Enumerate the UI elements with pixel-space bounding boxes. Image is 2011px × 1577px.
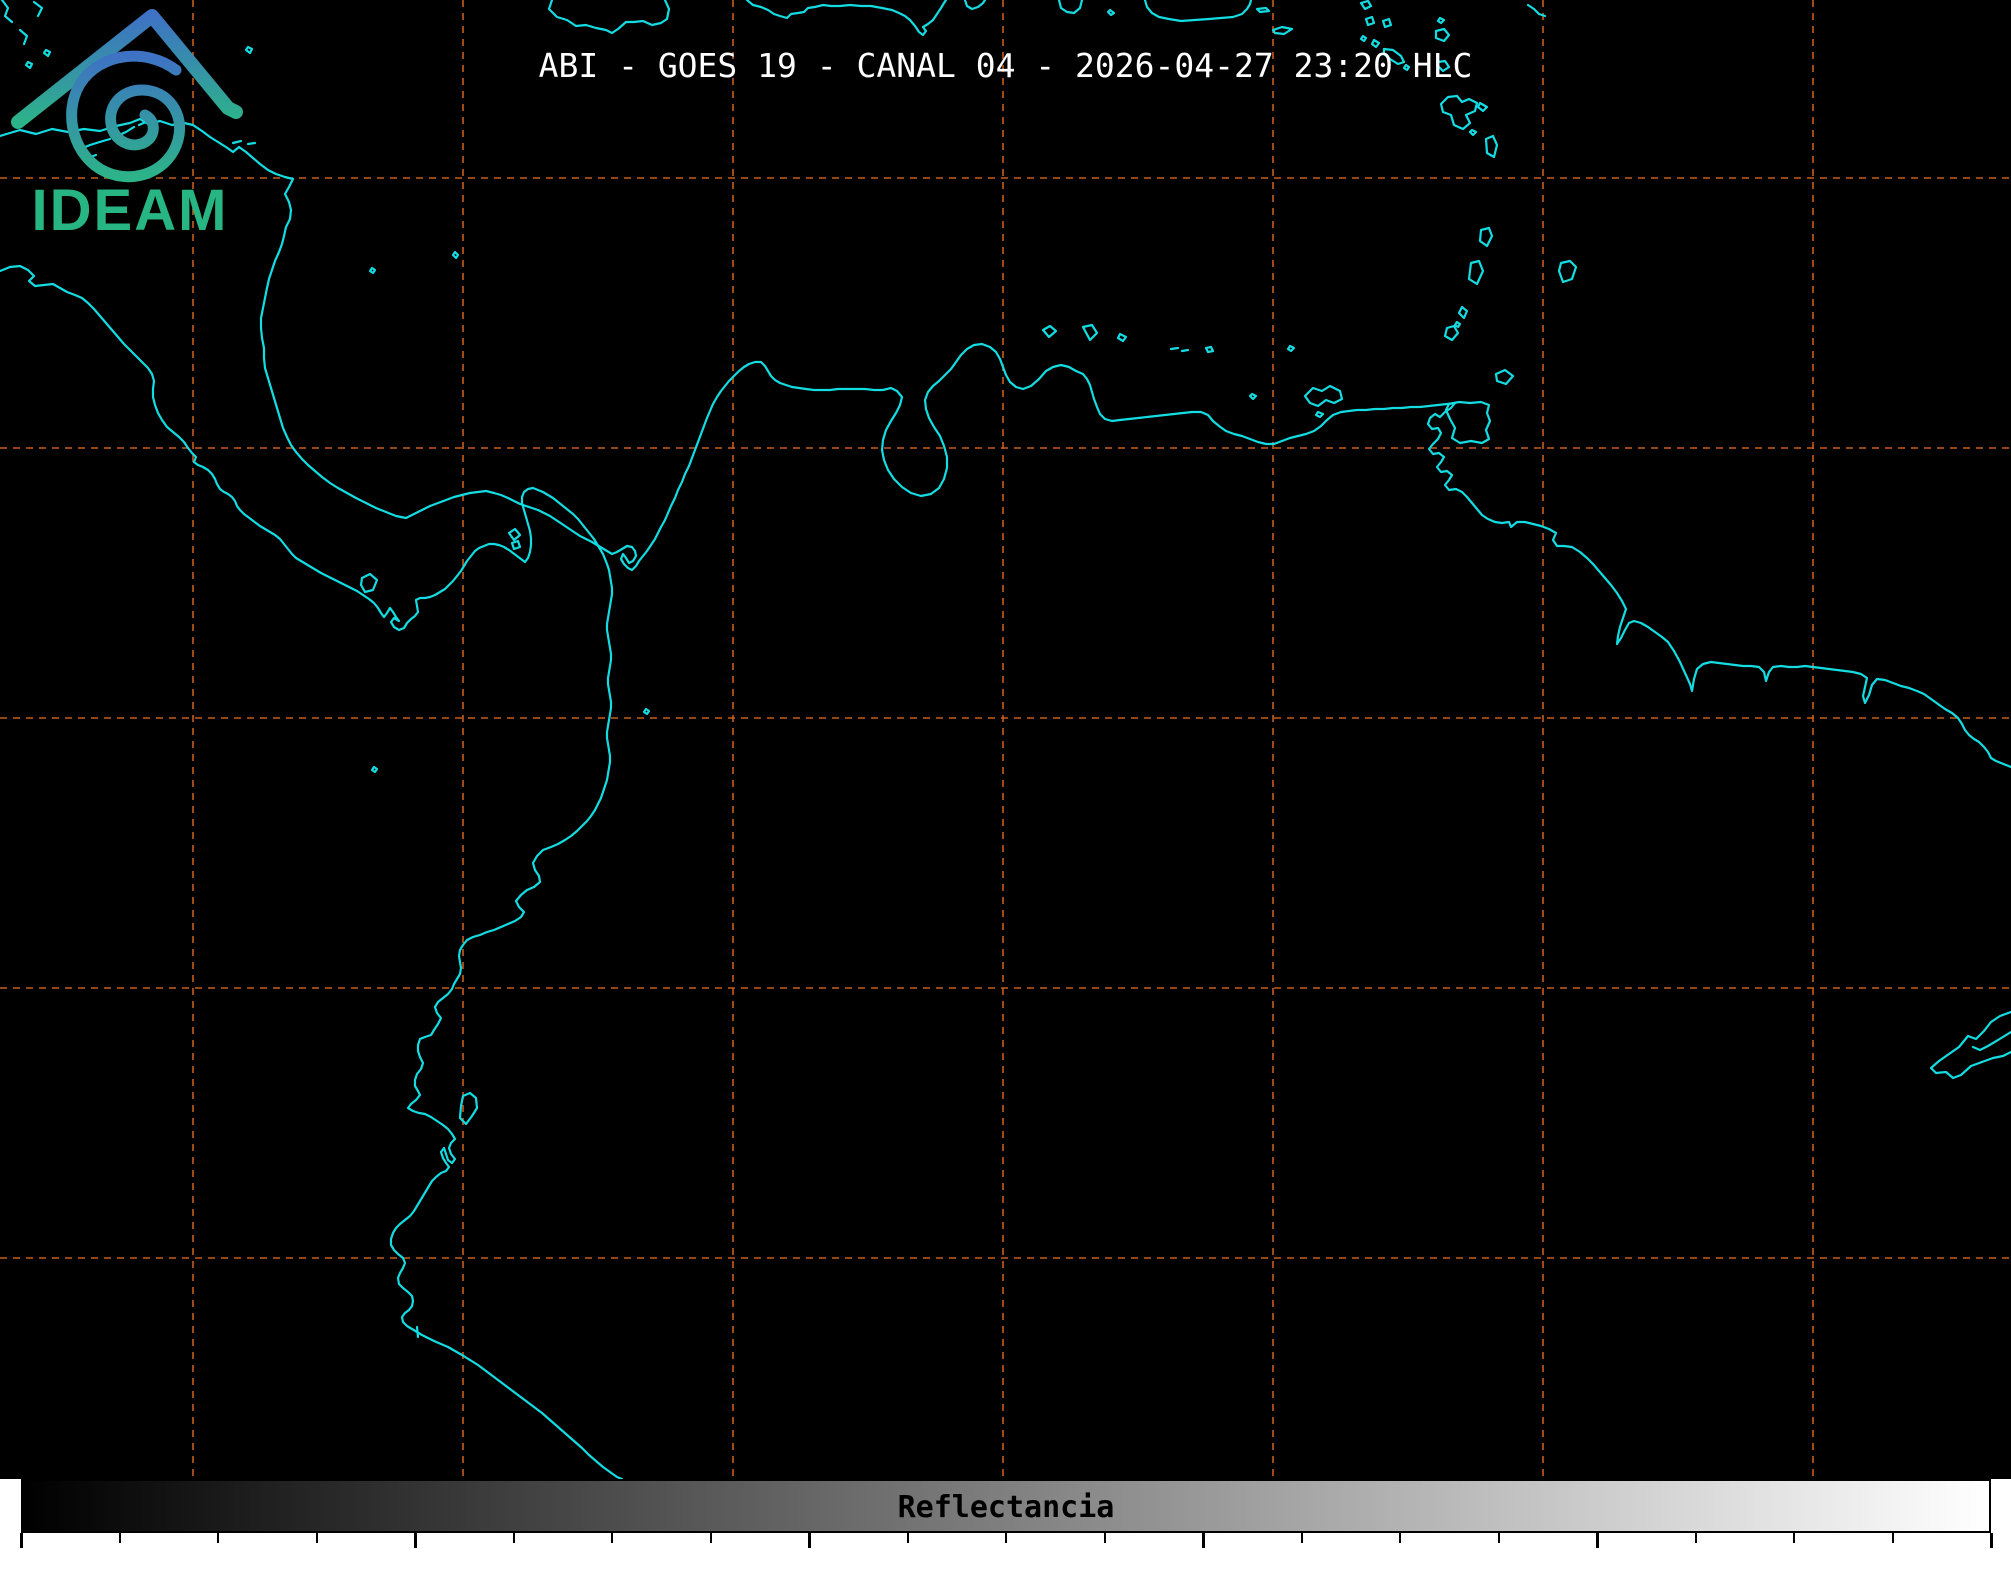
hurricane-spiral-icon	[72, 56, 180, 177]
isla-margarita-coastline	[1305, 386, 1342, 406]
st-vincent-coastline	[1459, 307, 1467, 318]
coche-dot-coastline	[1316, 412, 1323, 417]
map-canvas	[0, 0, 2011, 1479]
barbuda-dot-coastline	[1438, 18, 1444, 23]
map-area: ABI - GOES 19 - CANAL 04 - 2026-04-27 23…	[0, 0, 2011, 1479]
aruba-coastline	[1043, 326, 1056, 337]
amazon-river-banks-coastline	[1931, 1012, 2011, 1078]
colorbar-minor-tick	[119, 1533, 121, 1543]
st-barth-blob-coastline	[1383, 19, 1391, 27]
ideam-logo: IDEAM	[0, 0, 260, 238]
guadeloupe-coastline	[1441, 96, 1477, 129]
colorbar-minor-tick	[1498, 1533, 1500, 1543]
hispaniola-south-coast-coastline	[747, 0, 946, 35]
colorbar-minor-tick	[907, 1533, 909, 1543]
mountain-roof-icon	[18, 16, 236, 122]
barbados-coastline	[1559, 261, 1576, 282]
mona-dot-coastline	[1108, 10, 1114, 15]
colorbar-minor-tick	[611, 1533, 613, 1543]
grenadines-dot-coastline	[1455, 322, 1460, 327]
colorbar-minor-tick	[710, 1533, 712, 1543]
bonaire-coastline	[1118, 334, 1126, 341]
antigua-coastline	[1436, 29, 1449, 41]
dominica-coastline	[1486, 136, 1497, 157]
colorbar-major-tick	[1596, 1533, 1599, 1548]
tobago-coastline	[1496, 370, 1513, 384]
saba-dot-coastline	[1361, 36, 1366, 41]
peru-offshore-dash-coastline	[417, 1327, 418, 1337]
martinique-coastline	[1480, 228, 1492, 246]
colorbar-major-tick	[414, 1533, 417, 1548]
colorbar-major-tick	[20, 1533, 23, 1548]
colorbar-minor-tick	[1301, 1533, 1303, 1543]
colorbar-minor-tick	[1399, 1533, 1401, 1543]
ideam-logo-text: IDEAM	[32, 178, 229, 238]
satellite-image-viewer: ABI - GOES 19 - CANAL 04 - 2026-04-27 23…	[0, 0, 2011, 1577]
las-aves-dash-2-coastline	[1182, 350, 1188, 351]
colorbar-minor-tick	[1892, 1533, 1894, 1543]
desirade-dash-coastline	[1478, 103, 1487, 111]
colorbar-minor-tick	[513, 1533, 515, 1543]
colorbar-minor-tick	[1104, 1533, 1106, 1543]
caribbean-atlantic-coast-coastline	[0, 119, 2011, 767]
colorbar-label: Reflectancia	[23, 1490, 1989, 1525]
jamaica-coastline	[549, 0, 669, 33]
providencia-dot-coastline	[370, 268, 375, 273]
san-andres-dot-coastline	[453, 252, 458, 258]
st-croix-coastline	[1273, 27, 1292, 34]
pearl-island-2-coastline	[512, 541, 520, 549]
colorbar-minor-tick	[1695, 1533, 1697, 1543]
hispaniola-east-fragment-coastline	[965, 0, 985, 9]
colorbar-minor-tick	[1793, 1533, 1795, 1543]
los-roques-coastline	[1206, 347, 1213, 352]
amazon-river-branch-coastline	[1973, 1032, 2011, 1050]
image-title: ABI - GOES 19 - CANAL 04 - 2026-04-27 23…	[0, 46, 2011, 85]
la-blanquilla-dot-coastline	[1288, 346, 1294, 351]
puerto-rico-south-coast-coastline	[1145, 0, 1251, 21]
anguilla-blob-coastline	[1361, 1, 1371, 9]
colorbar-minor-tick	[217, 1533, 219, 1543]
grenada-coastline	[1445, 326, 1458, 340]
st-lucia-coastline	[1469, 261, 1483, 284]
marie-galante-dot-coastline	[1470, 130, 1476, 135]
colorbar-major-tick	[1202, 1533, 1205, 1548]
gorgona-dot-coastline	[644, 709, 649, 714]
mona-fragment-coastline	[1059, 0, 1082, 13]
trinidad-coastline	[1446, 402, 1490, 443]
colorbar-minor-tick	[1005, 1533, 1007, 1543]
coiba-island-coastline	[361, 574, 377, 592]
colorbar-major-tick	[808, 1533, 811, 1548]
vieques-coastline	[1257, 8, 1269, 12]
st-martin-blob-coastline	[1366, 17, 1374, 25]
colorbar-major-tick	[1990, 1533, 1993, 1548]
malpelo-dot-coastline	[372, 767, 377, 772]
las-aves-dash-1-coastline	[1171, 348, 1178, 349]
pearl-island-1-coastline	[509, 529, 520, 540]
curacao-coastline	[1083, 325, 1097, 340]
colorbar-panel: Reflectancia 0.00.20.40.60.81.0	[0, 1479, 2011, 1577]
colorbar-gradient: Reflectancia	[21, 1479, 1991, 1533]
colorbar-minor-tick	[316, 1533, 318, 1543]
la-orchila-dot-coastline	[1250, 394, 1256, 399]
